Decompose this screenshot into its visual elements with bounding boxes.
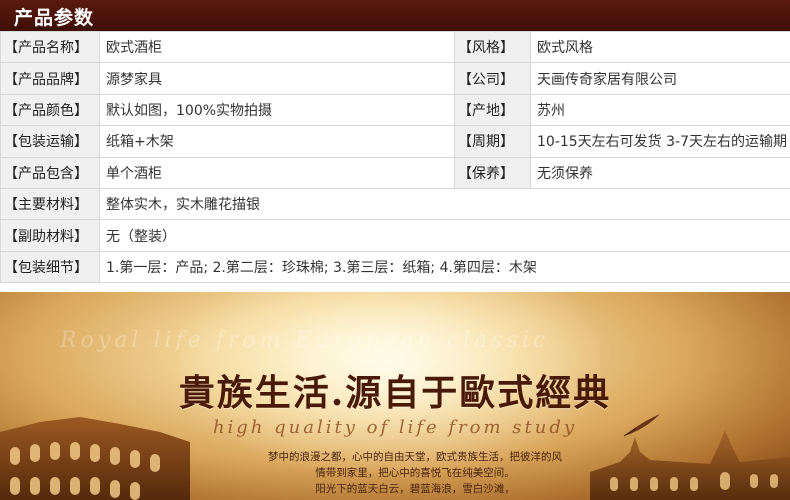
banner-ghost-script: Royal life from European classic [60,328,550,353]
spec-label: 【产品品牌】 [0,62,100,95]
spec-label: 【风格】 [454,30,531,64]
spec-row-material: 【主要材料】 整体实木，实木雕花描银 [0,187,790,221]
spec-label: 【主要材料】 [0,187,100,221]
spec-label: 【保养】 [454,156,531,189]
spec-value: 10-15天左右可发货 3-7天左右的运输期 [530,125,790,158]
spec-row-color: 【产品颜色】 默认如图，100%实物拍摄 【产地】 苏州 [0,93,790,127]
product-spec-table: 【产品名称】 欧式酒柜 【风格】 欧式风格 【产品品牌】 源梦家具 【公司】 天… [0,30,790,284]
spec-value: 欧式风格 [530,30,790,64]
banner-poem: 梦中的浪漫之都，心中的自由天堂，欧式贵族生活，把彼洋的风 情带到家里，把心中的喜… [250,449,580,497]
spec-row-packaging: 【包装细节】 1.第一层：产品; 2.第二层：珍珠棉; 3.第三层：纸箱; 4.… [0,250,790,284]
spec-value: 欧式酒柜 [99,30,455,64]
spec-value: 纸箱+木架 [99,125,455,158]
spec-label: 【产品名称】 [0,30,100,64]
spec-label: 【包装细节】 [0,250,100,284]
spec-label: 【产品包含】 [0,156,100,189]
poem-line: 阳光下的蓝天白云，碧蓝海浪，雪白沙滩， [315,483,515,495]
spec-row-shipping: 【包装运输】 纸箱+木架 【周期】 10-15天左右可发货 3-7天左右的运输期 [0,125,790,158]
promo-banner: Royal life from European classic 貴族生活.源自… [0,292,790,500]
spec-label: 【周期】 [454,125,531,158]
spec-value: 1.第一层：产品; 2.第二层：珍珠棉; 3.第三层：纸箱; 4.第四层：木架 [99,250,790,284]
spec-label: 【副助材料】 [0,219,100,252]
spec-value: 默认如图，100%实物拍摄 [99,93,455,127]
section-header: 产品参数 [0,0,790,31]
poem-line: 情带到家里，把心中的喜悦飞在纯美空间。 [315,467,515,479]
quill-icon [623,414,660,437]
banner-script-text: high quality of life from study [212,417,578,438]
spec-label: 【产品颜色】 [0,93,100,127]
spec-value: 源梦家具 [99,62,455,95]
spec-value: 单个酒柜 [99,156,455,189]
spec-value: 天画传奇家居有限公司 [530,62,790,95]
spec-label: 【产地】 [454,93,531,127]
spec-row-aux-material: 【副助材料】 无（整装） [0,219,790,252]
spec-row-contents: 【产品包含】 单个酒柜 【保养】 无须保养 [0,156,790,189]
spec-label: 【公司】 [454,62,531,95]
spec-row-brand: 【产品品牌】 源梦家具 【公司】 天画传奇家居有限公司 [0,62,790,95]
spec-value: 无（整装） [99,219,790,252]
spec-value: 苏州 [530,93,790,127]
spec-label: 【包装运输】 [0,125,100,158]
section-title: 产品参数 [14,7,95,29]
spec-value: 无须保养 [530,156,790,189]
spec-value: 整体实木，实木雕花描银 [99,187,790,221]
spec-row-name: 【产品名称】 欧式酒柜 【风格】 欧式风格 [0,30,790,64]
poem-line: 梦中的浪漫之都，心中的自由天堂，欧式贵族生活，把彼洋的风 [268,451,562,463]
banner-headline: 貴族生活.源自于歐式經典 [178,372,612,414]
